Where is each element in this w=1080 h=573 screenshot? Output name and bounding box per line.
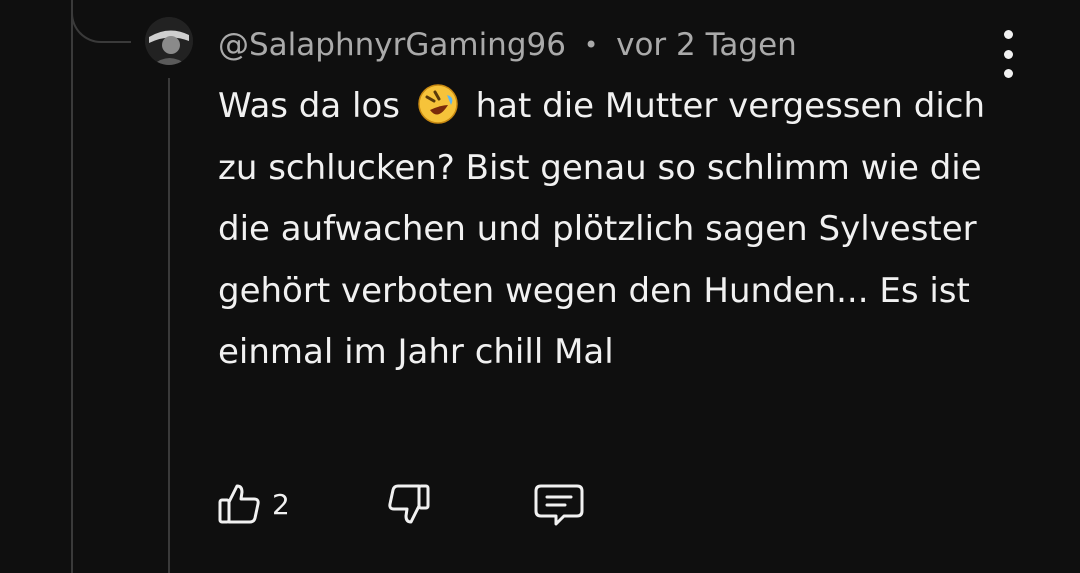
like-button[interactable]: 2	[216, 480, 290, 528]
reply-button[interactable]	[532, 480, 586, 530]
timestamp: vor 2 Tagen	[616, 27, 797, 63]
comment-text-part2: hat die Mutter vergessen dich zu schluck…	[218, 86, 986, 372]
dislike-button[interactable]	[384, 480, 432, 528]
rolling-on-floor-laughing-emoji	[418, 84, 458, 124]
more-options-button[interactable]	[990, 30, 1026, 78]
thumbs-up-icon	[218, 484, 260, 524]
separator-dot: •	[583, 31, 599, 59]
thumbs-down-icon	[388, 484, 430, 524]
reply-thread-line	[168, 78, 170, 573]
comment-header: @SalaphnyrGaming96 • vor 2 Tagen	[218, 22, 797, 68]
reply-icon	[534, 484, 584, 526]
thread-line	[71, 0, 73, 573]
thread-connector	[71, 0, 131, 43]
comment-text-part1: Was da los	[218, 86, 400, 126]
author-name[interactable]: @SalaphnyrGaming96	[218, 27, 566, 63]
like-count: 2	[272, 487, 290, 521]
avatar[interactable]	[145, 17, 193, 65]
comment-text: Was da los hat die Mutter vergessen dich…	[218, 76, 1018, 384]
more-vertical-icon	[1003, 30, 1013, 39]
